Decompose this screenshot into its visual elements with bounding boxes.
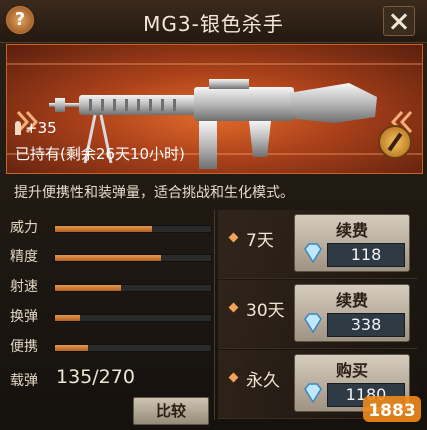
option-duration: 7天 [246,231,274,251]
stat-fill [55,285,121,291]
stat-label: 威力 [10,220,38,236]
price: 338 [350,315,382,334]
button-label: 购买 [335,361,368,380]
stripe [7,63,422,65]
button-label: 续费 [335,221,368,240]
purchase-option: 7天 续费 118 [218,210,418,279]
button-label: 续费 [335,291,368,310]
close-icon[interactable] [383,6,415,36]
purchase-option: 30天 续费 338 [218,280,418,349]
divider [214,210,215,420]
price: 118 [350,245,382,264]
diamond-bullet-icon [228,232,239,243]
stat-bar [54,284,212,292]
diamond-bullet-icon [228,372,239,383]
diamond-icon [304,243,322,264]
watermark-logo: 1883 [363,396,421,422]
renew-button[interactable]: 续费 338 [294,284,410,342]
price-box: 118 [327,243,405,267]
page-title: MG3-银色杀手 [143,12,284,36]
header: ? MG3-银色杀手 [0,0,427,43]
watermark-text: 1883 [368,401,415,421]
compare-button[interactable]: 比较 [133,397,209,425]
diamond-icon [304,383,322,404]
ammo-bonus: +35 [25,119,57,137]
stat-label: 便携 [10,339,38,355]
stat-bar [54,225,212,233]
medal-icon [378,125,412,159]
stat-fill [55,226,152,232]
weapon-description: 提升便携性和装弹量，适合挑战和生化模式。 [14,185,294,201]
stat-fill [55,345,88,351]
stat-label: 换弹 [10,309,38,325]
ownership-status: 已持有(剩余26天10小时) [15,145,185,163]
stat-label: 射速 [10,279,38,295]
stat-bar [54,344,212,352]
option-duration: 永久 [246,371,280,391]
stat-fill [55,255,162,261]
ammo-capacity-value: 135/270 [56,366,135,388]
weapon-detail-panel: ? MG3-银色杀手 +35 已持有(剩余26天10小时) 提升便携性和装弹量，… [0,0,427,430]
bullet-icon [15,121,21,135]
renew-button[interactable]: 续费 118 [294,214,410,272]
stat-bar [54,254,212,262]
weapon-showcase: +35 已持有(剩余26天10小时) [6,44,423,174]
stat-bar [54,314,212,322]
ammo-capacity-label: 载弹 [10,373,38,389]
diamond-bullet-icon [228,302,239,313]
price-box: 338 [327,313,405,337]
option-duration: 30天 [246,301,285,321]
diamond-icon [304,313,322,334]
stat-label: 精度 [10,249,38,265]
stat-fill [55,315,80,321]
